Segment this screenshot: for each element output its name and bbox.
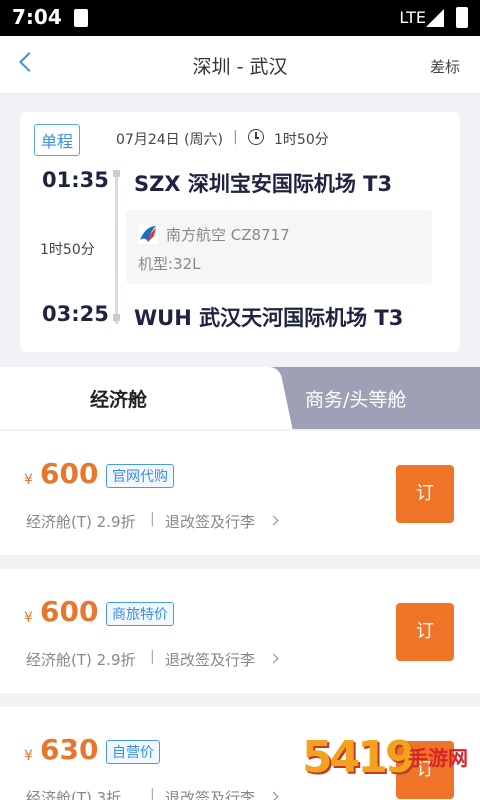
- arrival-marker: [113, 314, 120, 321]
- date-separator: |: [233, 129, 238, 145]
- book-button[interactable]: 订: [396, 603, 454, 661]
- currency-symbol: ¥: [24, 472, 33, 488]
- battery-icon: [456, 7, 468, 28]
- fare-class-discount: 经济舱(T) 3折: [26, 789, 122, 800]
- fare-price: 630: [40, 733, 99, 766]
- airline-info: 南方航空 CZ8717 机型:32L: [126, 210, 432, 284]
- fare-channel-badge: 自营价: [106, 740, 160, 764]
- fare-separator: |: [150, 511, 155, 527]
- currency-symbol: ¥: [24, 610, 33, 626]
- refund-baggage-rules-link[interactable]: 退改签及行李: [165, 787, 255, 800]
- flight-duration: 1时50分: [274, 132, 329, 148]
- fare-row[interactable]: ¥ 600 商旅特价 经济舱(T) 2.9折 | 退改签及行李 订: [0, 569, 480, 693]
- fare-price: 600: [40, 457, 99, 490]
- fare-separator: |: [150, 787, 155, 800]
- chevron-right-icon: [268, 653, 279, 664]
- fare-row[interactable]: ¥ 600 官网代购 经济舱(T) 2.9折 | 退改签及行李 订: [0, 431, 480, 555]
- flight-duration-middle: 1时50分: [40, 242, 95, 258]
- chevron-right-icon: [268, 515, 279, 526]
- aircraft-model: 机型:32L: [138, 255, 201, 273]
- departure-marker: [113, 170, 120, 177]
- fare-class-discount: 经济舱(T) 2.9折: [26, 651, 136, 669]
- fare-channel-badge: 官网代购: [106, 464, 174, 488]
- flight-info-card: 单程 07月24日 (周六) | 1时50分 01:35 SZX 深圳宝安国际机…: [20, 112, 460, 352]
- departure-airport: SZX 深圳宝安国际机场 T3: [134, 172, 393, 196]
- chevron-right-icon: [268, 791, 279, 800]
- route-line: [115, 174, 118, 324]
- arrival-airport: WUH 武汉天河国际机场 T3: [134, 306, 404, 330]
- book-button[interactable]: 订: [396, 465, 454, 523]
- fare-price: 600: [40, 595, 99, 628]
- site-watermark-logo: 5419 手游网: [300, 728, 480, 800]
- watermark-number: 5419: [302, 732, 415, 783]
- page-title: 深圳 - 武汉: [192, 56, 288, 78]
- watermark-text: 手游网: [408, 746, 468, 770]
- cabin-tabs: 经济舱 商务/头等舱: [0, 367, 480, 429]
- flight-date: 07月24日 (周六): [116, 132, 224, 148]
- policy-standard-button[interactable]: 差标: [430, 56, 460, 77]
- fare-separator: |: [150, 649, 155, 665]
- tab-business-first-label: 商务/头等舱: [305, 389, 407, 411]
- china-southern-logo-icon: [138, 224, 158, 244]
- departure-time: 01:35: [42, 168, 109, 192]
- airline-flight-number: 南方航空 CZ8717: [166, 226, 290, 244]
- status-time: 7:04: [12, 5, 62, 29]
- network-type: LTE: [399, 8, 426, 27]
- currency-symbol: ¥: [24, 748, 33, 764]
- status-bar: 7:04 LTE: [0, 0, 480, 36]
- clock-icon: [248, 129, 264, 145]
- trip-type-badge: 单程: [34, 124, 81, 156]
- refund-baggage-rules-link[interactable]: 退改签及行李: [165, 511, 255, 532]
- fare-channel-badge: 商旅特价: [106, 602, 174, 626]
- refund-baggage-rules-link[interactable]: 退改签及行李: [165, 649, 255, 670]
- nav-header: 深圳 - 武汉 差标: [0, 36, 480, 94]
- sd-card-icon: [74, 9, 88, 27]
- arrival-time: 03:25: [42, 302, 109, 326]
- fare-class-discount: 经济舱(T) 2.9折: [26, 513, 136, 531]
- signal-icon: [426, 9, 444, 27]
- tab-economy-label: 经济舱: [90, 389, 148, 411]
